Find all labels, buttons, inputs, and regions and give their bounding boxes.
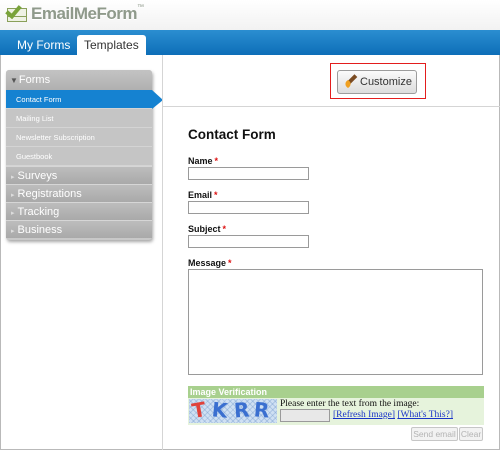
send-email-button[interactable]: Send email xyxy=(411,427,458,441)
paintbrush-icon xyxy=(343,74,358,89)
sidebar-category-registrations[interactable]: ▸ Registrations xyxy=(6,184,152,202)
logo-text: EmailMeForm™ xyxy=(31,4,144,23)
captcha-letter: R xyxy=(252,399,271,423)
name-input[interactable] xyxy=(188,167,309,180)
captcha-letter: T xyxy=(190,399,208,423)
name-label: Name * xyxy=(188,156,219,166)
horizontal-divider xyxy=(162,106,500,107)
required-marker: * xyxy=(222,224,227,234)
refresh-image-link[interactable]: [Refresh Image] xyxy=(333,410,395,420)
required-marker: * xyxy=(228,258,232,268)
triangle-right-icon: ▸ xyxy=(11,210,15,217)
triangle-right-icon: ▸ xyxy=(11,228,15,235)
form-title: Contact Form xyxy=(188,127,276,142)
captcha-prompt: Please enter the text from the image: xyxy=(280,399,420,409)
triangle-down-icon: ▼ xyxy=(10,76,18,85)
message-label: Message * xyxy=(188,258,232,268)
whats-this-link[interactable]: [What's This?] xyxy=(397,410,453,420)
image-verification-heading: Image Verification xyxy=(188,386,484,398)
customize-button-label: Customize xyxy=(360,76,412,88)
logo[interactable]: EmailMeForm™ xyxy=(5,1,144,25)
subject-label: Subject * xyxy=(188,224,227,234)
email-input[interactable] xyxy=(188,201,309,214)
subject-input[interactable] xyxy=(188,235,309,248)
required-marker: * xyxy=(214,190,218,200)
captcha-links: [Refresh Image] [What's This?] xyxy=(333,410,453,420)
required-marker: * xyxy=(214,156,219,166)
triangle-right-icon: ▸ xyxy=(11,174,15,181)
captcha-image: T K R R xyxy=(189,399,277,423)
captcha-input[interactable] xyxy=(280,409,330,422)
triangle-right-icon: ▸ xyxy=(11,192,15,199)
envelope-check-icon xyxy=(5,1,29,23)
email-label: Email * xyxy=(188,190,218,200)
template-sidebar: ▼Forms Contact Form Mailing List Newslet… xyxy=(6,70,163,240)
vertical-divider xyxy=(162,55,163,450)
sidebar-item-newsletter-subscription[interactable]: Newsletter Subscription xyxy=(6,128,152,147)
captcha-letter: K xyxy=(210,399,229,423)
customize-button[interactable]: Customize xyxy=(337,70,417,94)
main-nav: My Forms Templates xyxy=(0,30,500,55)
sidebar-category-business[interactable]: ▸ Business xyxy=(6,220,152,238)
sidebar-category-tracking[interactable]: ▸ Tracking xyxy=(6,202,152,220)
app-header: EmailMeForm™ xyxy=(0,0,500,30)
sidebar-item-guestbook[interactable]: Guestbook xyxy=(6,147,152,166)
tab-my-forms[interactable]: My Forms xyxy=(9,35,78,55)
tab-templates[interactable]: Templates xyxy=(77,35,146,55)
clear-button[interactable]: Clear xyxy=(459,427,483,441)
sidebar-item-contact-form[interactable]: Contact Form xyxy=(6,90,163,109)
sidebar-category-surveys[interactable]: ▸ Surveys xyxy=(6,166,152,184)
sidebar-item-mailing-list[interactable]: Mailing List xyxy=(6,109,152,128)
message-textarea[interactable] xyxy=(188,269,483,375)
sidebar-section-forms[interactable]: ▼Forms xyxy=(6,70,152,90)
captcha-letter: R xyxy=(233,399,251,423)
